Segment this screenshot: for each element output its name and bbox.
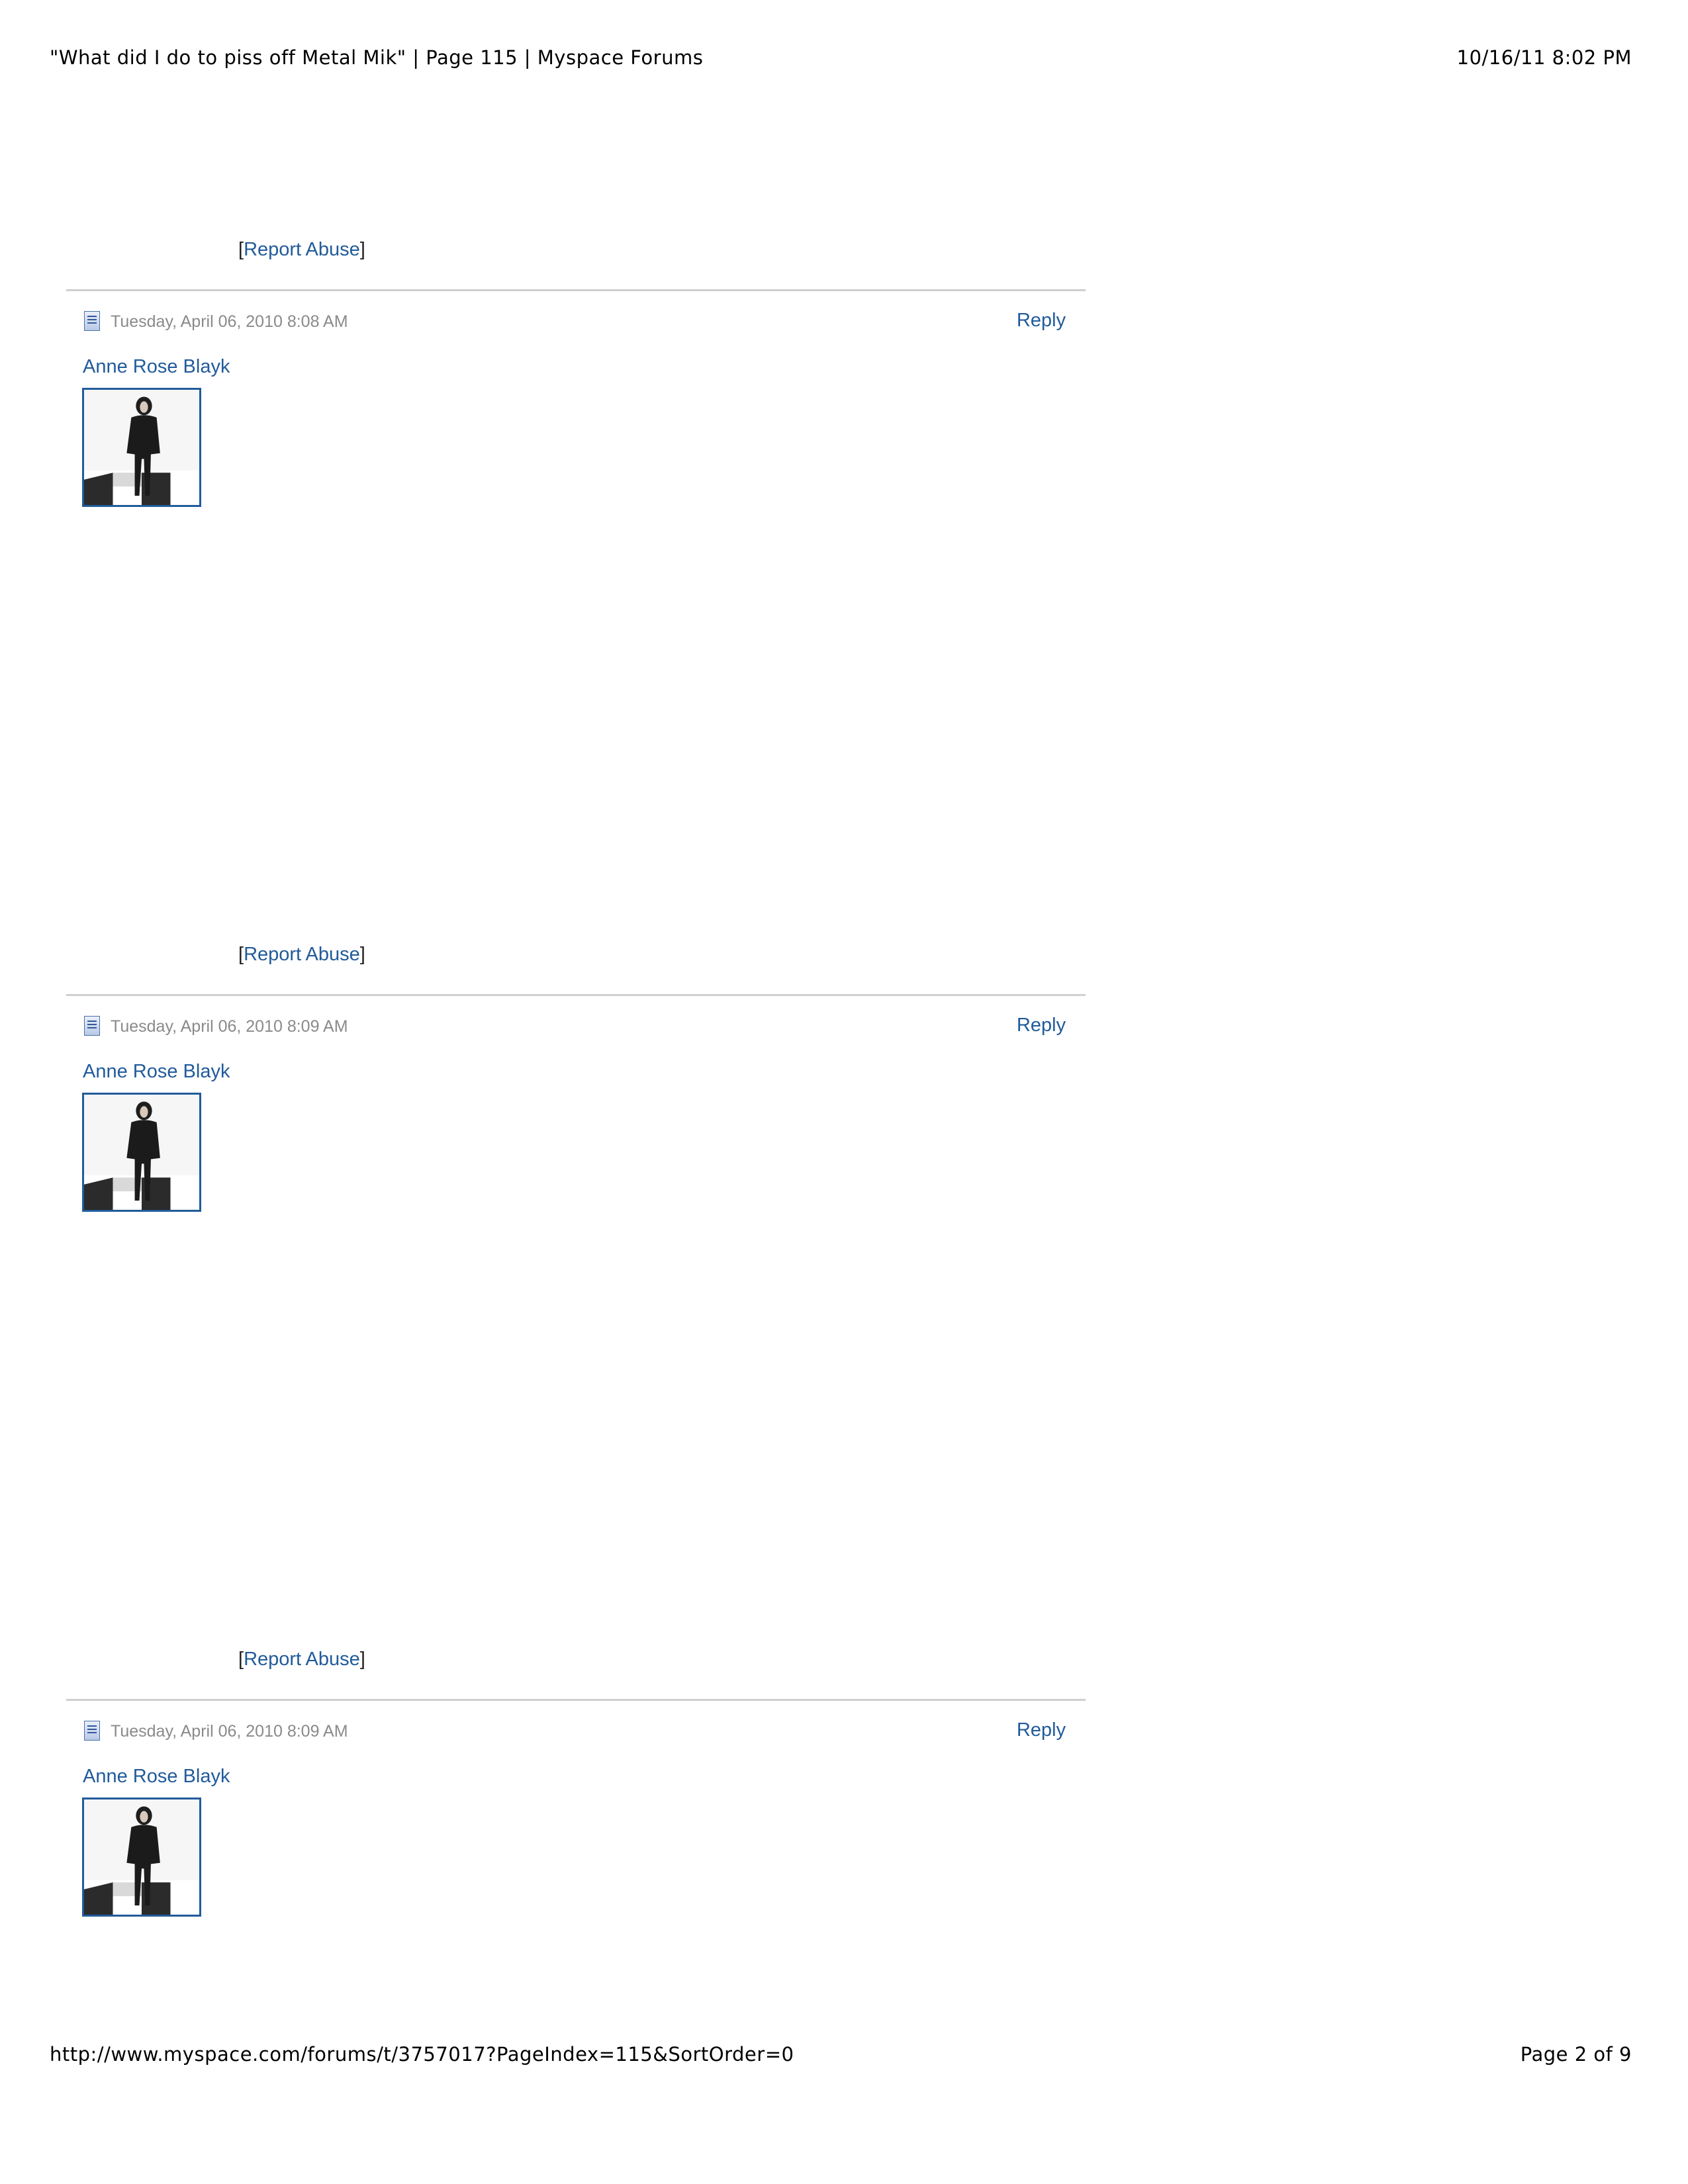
document-icon bbox=[84, 1016, 100, 1036]
avatar[interactable] bbox=[82, 1797, 201, 1917]
author-link[interactable]: Anne Rose Blayk bbox=[83, 1766, 230, 1788]
forum-thread: [Report Abuse] Tuesday, April 06, 2010 8… bbox=[0, 0, 1688, 2184]
forum-post: Tuesday, April 06, 2010 8:09 AM Reply An… bbox=[66, 996, 1086, 1234]
report-abuse-link[interactable]: Report Abuse bbox=[244, 239, 360, 260]
post-date: Tuesday, April 06, 2010 8:08 AM bbox=[111, 312, 348, 331]
avatar-photo bbox=[84, 1095, 199, 1210]
print-footer: http://www.myspace.com/forums/t/3757017?… bbox=[0, 2043, 1688, 2070]
report-abuse-link[interactable]: Report Abuse bbox=[244, 944, 360, 965]
report-abuse: [Report Abuse] bbox=[238, 1649, 365, 1670]
report-abuse: [Report Abuse] bbox=[238, 944, 365, 965]
page-number: Page 2 of 9 bbox=[1520, 2043, 1632, 2066]
report-abuse-link[interactable]: Report Abuse bbox=[244, 1649, 360, 1670]
avatar-photo bbox=[84, 390, 199, 505]
forum-post: Tuesday, April 06, 2010 8:09 AM Reply An… bbox=[66, 1701, 1086, 1939]
reply-link[interactable]: Reply bbox=[1017, 1015, 1066, 1036]
avatar[interactable] bbox=[82, 1093, 201, 1212]
reply-link[interactable]: Reply bbox=[1017, 1719, 1066, 1741]
post-date: Tuesday, April 06, 2010 8:09 AM bbox=[111, 1722, 348, 1741]
post-date: Tuesday, April 06, 2010 8:09 AM bbox=[111, 1017, 348, 1036]
author-link[interactable]: Anne Rose Blayk bbox=[83, 356, 230, 378]
author-link[interactable]: Anne Rose Blayk bbox=[83, 1061, 230, 1083]
reply-link[interactable]: Reply bbox=[1017, 310, 1066, 332]
document-icon bbox=[84, 311, 100, 331]
report-abuse: [Report Abuse] bbox=[238, 239, 365, 260]
document-icon bbox=[84, 1721, 100, 1741]
avatar[interactable] bbox=[82, 388, 201, 507]
forum-post: Tuesday, April 06, 2010 8:08 AM Reply An… bbox=[66, 291, 1086, 529]
page-url: http://www.myspace.com/forums/t/3757017?… bbox=[50, 2043, 794, 2066]
avatar-photo bbox=[84, 1799, 199, 1915]
